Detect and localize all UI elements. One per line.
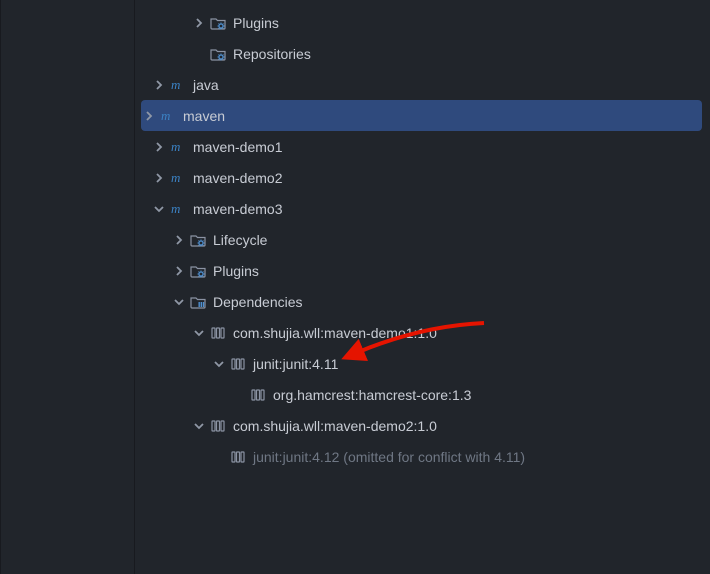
tree-row-label: junit:junit:4.12 (omitted for conflict w… xyxy=(253,449,525,465)
chevron-down-icon[interactable] xyxy=(171,294,187,310)
lib-icon xyxy=(249,386,267,404)
panel-divider xyxy=(134,0,135,574)
folder-cog-icon xyxy=(209,14,227,32)
tree-row-label: junit:junit:4.11 xyxy=(253,356,338,372)
lib-icon xyxy=(229,448,247,466)
chevron-down-icon[interactable] xyxy=(211,356,227,372)
maven-m-icon: m xyxy=(169,200,187,218)
tree-row-label: Repositories xyxy=(233,46,311,62)
tree-view[interactable]: PluginsRepositoriesmjavammavenmmaven-dem… xyxy=(1,0,710,472)
tree-row-label: Dependencies xyxy=(213,294,303,310)
maven-m-icon: m xyxy=(169,138,187,156)
tree-row[interactable]: Dependencies xyxy=(1,286,710,317)
svg-text:m: m xyxy=(161,108,170,123)
tree-row[interactable]: m maven-demo1 xyxy=(1,131,710,162)
tree-row[interactable]: Repositories xyxy=(1,38,710,69)
tree-row-label: maven-demo2 xyxy=(193,170,283,186)
svg-text:m: m xyxy=(171,170,180,185)
tree-row-label: Plugins xyxy=(233,15,279,31)
tree-row-label: maven-demo1 xyxy=(193,139,283,155)
tree-row[interactable]: mmaven xyxy=(141,100,702,131)
chevron-right-icon[interactable] xyxy=(171,263,187,279)
tree-row-label: org.hamcrest:hamcrest-core:1.3 xyxy=(273,387,471,403)
lib-icon xyxy=(209,324,227,342)
svg-text:m: m xyxy=(171,201,180,216)
chevron-right-icon[interactable] xyxy=(151,139,167,155)
tree-row[interactable]: m maven-demo3 xyxy=(1,193,710,224)
tree-row[interactable]: Plugins xyxy=(1,7,710,38)
tree-row[interactable]: com.shujia.wll:maven-demo1:1.0 xyxy=(1,317,710,348)
tree-row-label: java xyxy=(193,77,219,93)
tree-row[interactable]: mjava xyxy=(1,69,710,100)
tree-row[interactable]: Lifecycle xyxy=(1,224,710,255)
chevron-right-icon[interactable] xyxy=(151,77,167,93)
project-tree-panel: PluginsRepositoriesmjavammavenmmaven-dem… xyxy=(0,0,710,574)
maven-m-icon: m xyxy=(159,107,177,125)
tree-row[interactable]: m maven-demo2 xyxy=(1,162,710,193)
chevron-right-icon[interactable] xyxy=(141,108,157,124)
folder-cog-icon xyxy=(189,262,207,280)
tree-row-label: com.shujia.wll:maven-demo2:1.0 xyxy=(233,418,437,434)
maven-m-icon: m xyxy=(169,76,187,94)
lib-icon xyxy=(209,417,227,435)
tree-row[interactable]: junit:junit:4.11 xyxy=(1,348,710,379)
tree-row-label: Plugins xyxy=(213,263,259,279)
chevron-down-icon[interactable] xyxy=(191,325,207,341)
tree-row[interactable]: Plugins xyxy=(1,255,710,286)
tree-row-label: com.shujia.wll:maven-demo1:1.0 xyxy=(233,325,437,341)
folder-cog-icon xyxy=(209,45,227,63)
tree-row-label: Lifecycle xyxy=(213,232,267,248)
chevron-right-icon[interactable] xyxy=(191,15,207,31)
tree-row[interactable]: junit:junit:4.12 (omitted for conflict w… xyxy=(1,441,710,472)
lib-icon xyxy=(229,355,247,373)
chevron-right-icon[interactable] xyxy=(151,170,167,186)
chevron-down-icon[interactable] xyxy=(191,418,207,434)
folder-lib-icon xyxy=(189,293,207,311)
folder-cog-icon xyxy=(189,231,207,249)
tree-row[interactable]: com.shujia.wll:maven-demo2:1.0 xyxy=(1,410,710,441)
tree-row-label: maven xyxy=(183,108,225,124)
tree-row-label: maven-demo3 xyxy=(193,201,283,217)
svg-text:m: m xyxy=(171,139,180,154)
chevron-right-icon[interactable] xyxy=(171,232,187,248)
maven-m-icon: m xyxy=(169,169,187,187)
svg-text:m: m xyxy=(171,77,180,92)
tree-row[interactable]: org.hamcrest:hamcrest-core:1.3 xyxy=(1,379,710,410)
chevron-down-icon[interactable] xyxy=(151,201,167,217)
